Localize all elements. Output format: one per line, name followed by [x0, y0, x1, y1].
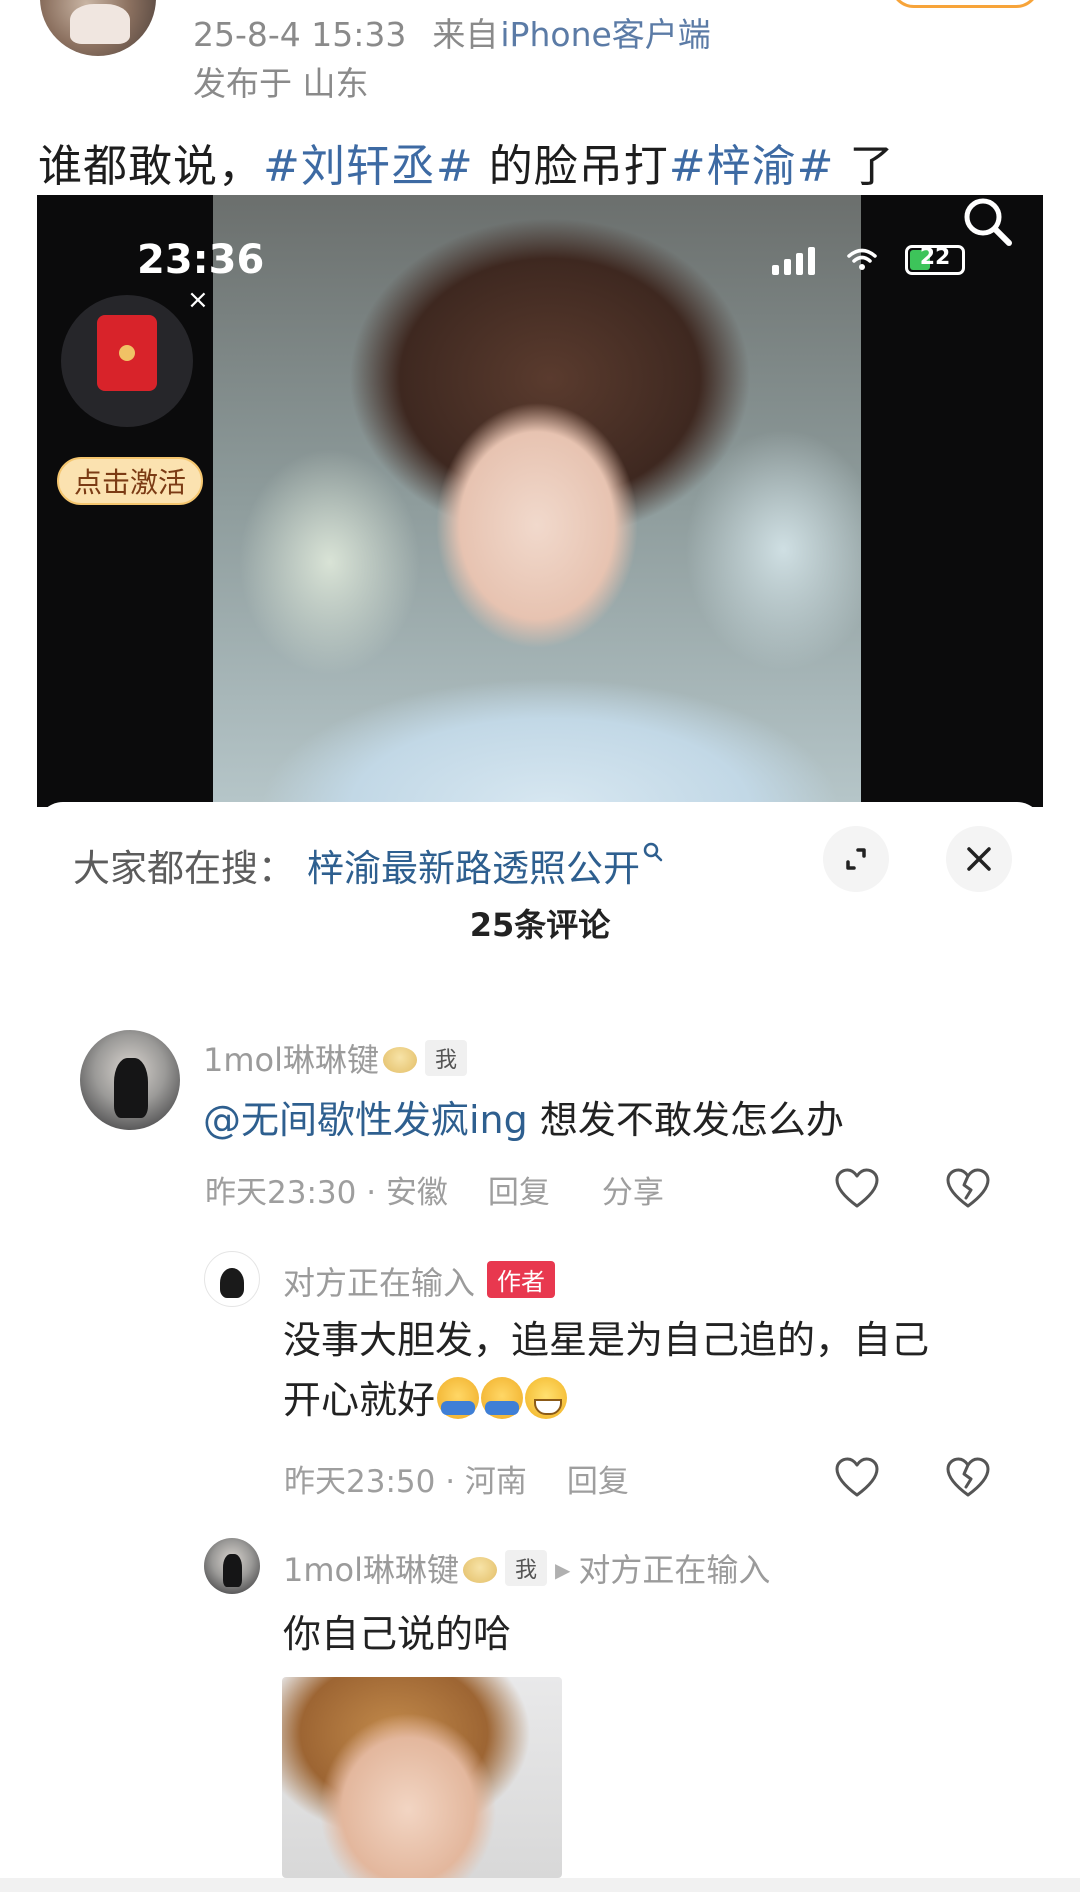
- reply-to-username[interactable]: 对方正在输入: [578, 1551, 770, 1589]
- red-envelope-icon: [97, 315, 157, 391]
- post-text-part: 谁都敢说，: [38, 141, 263, 192]
- comment-username-text: 1mol琳琳键: [203, 1041, 380, 1079]
- wifi-icon: [847, 248, 877, 270]
- activate-button[interactable]: 点击激活: [57, 457, 203, 505]
- red-packet-widget[interactable]: [61, 295, 193, 427]
- mention-link[interactable]: @无间歇性发疯ing: [203, 1098, 528, 1142]
- me-tag: 我: [505, 1550, 548, 1586]
- comment-text-line2: 开心就好: [283, 1370, 1023, 1430]
- video-area[interactable]: 23:36 22 × 点击激活: [37, 195, 1043, 807]
- battery-icon: 22: [905, 245, 965, 275]
- comment-username-text: 1mol琳琳键: [283, 1551, 460, 1589]
- poster-avatar[interactable]: [40, 0, 156, 56]
- grin-emoji-icon: [525, 1377, 568, 1419]
- post-text-part: 了: [834, 141, 895, 192]
- signal-icon: [772, 247, 815, 275]
- close-button[interactable]: [946, 826, 1012, 892]
- trending-search-query[interactable]: 梓渝最新路透照公开: [307, 847, 640, 890]
- comment-text: 你自己说的哈: [283, 1612, 512, 1656]
- follow-button[interactable]: [890, 0, 1040, 8]
- expand-button[interactable]: [823, 826, 889, 892]
- status-time: 23:36: [137, 237, 265, 283]
- trending-search[interactable]: 大家都在搜： 梓渝最新路透照公开: [73, 838, 664, 892]
- like-heart-icon[interactable]: [834, 1456, 880, 1498]
- comment-text-line: 没事大胆发，追星是为自己追的，自己: [283, 1318, 930, 1362]
- embedded-screenshot[interactable]: 23:36 22 × 点击激活 大家都在搜： 梓渝最新路透照公开 25条评论: [37, 195, 1043, 1892]
- comment-text: 没事大胆发，追星是为自己追的，自己 开心就好: [283, 1310, 1023, 1430]
- hashtag-link[interactable]: #梓渝#: [669, 141, 835, 192]
- comment-username[interactable]: 对方正在输入 作者: [283, 1258, 556, 1304]
- post-timestamp: 25-8-4 15:33: [193, 15, 407, 54]
- comment-text-body: 想发不敢发怎么办: [527, 1098, 844, 1142]
- post-text-part: 的脸吊打: [473, 141, 669, 192]
- pudding-badge-icon: [383, 1047, 418, 1073]
- comment-meta: 昨天23:50 · 河南 回复: [284, 1456, 629, 1501]
- video-photo: [213, 195, 861, 807]
- share-button[interactable]: 分享: [602, 1175, 664, 1211]
- comment-username-text: 对方正在输入: [283, 1264, 476, 1302]
- post-meta: 25-8-4 15:33 来自iPhone客户端: [193, 8, 711, 56]
- hashtag-link[interactable]: #刘轩丞#: [263, 141, 474, 192]
- search-icon: [643, 842, 663, 862]
- dislike-heart-icon[interactable]: [945, 1456, 991, 1498]
- post-source-prefix: 来自: [432, 15, 499, 54]
- comment-username[interactable]: 1mol琳琳键 我 ▶ 对方正在输入: [283, 1545, 770, 1591]
- search-icon[interactable]: [957, 195, 1021, 259]
- like-heart-icon[interactable]: [834, 1167, 880, 1209]
- post-source-client[interactable]: iPhone客户端: [500, 15, 710, 54]
- dislike-heart-icon[interactable]: [945, 1167, 991, 1209]
- comment-text: @无间歇性发疯ing 想发不敢发怎么办: [203, 1090, 844, 1150]
- comment-image[interactable]: [282, 1677, 562, 1878]
- comment-time-location: 昨天23:50 · 河南: [284, 1464, 527, 1500]
- comment-meta: 昨天23:30 · 安徽 回复 分享: [205, 1167, 664, 1212]
- pudding-badge-icon: [463, 1557, 498, 1583]
- close-icon[interactable]: ×: [187, 285, 209, 315]
- reply-button[interactable]: 回复: [567, 1464, 629, 1500]
- reply-arrow-icon: ▶: [555, 1558, 571, 1582]
- avatar[interactable]: [80, 1030, 180, 1130]
- avatar[interactable]: [204, 1251, 260, 1307]
- battery-level: 22: [919, 245, 951, 270]
- avatar[interactable]: [204, 1538, 260, 1594]
- bottom-strip: [0, 1878, 1080, 1892]
- comment-time-location: 昨天23:30 · 安徽: [205, 1175, 448, 1211]
- comment-text-line-text: 开心就好: [283, 1378, 436, 1422]
- author-tag: 作者: [487, 1261, 556, 1298]
- me-tag: 我: [425, 1040, 468, 1076]
- reply-button[interactable]: 回复: [488, 1175, 550, 1211]
- close-icon: [967, 847, 991, 871]
- hug-emoji-icon: [481, 1377, 524, 1419]
- comment-count: 25条评论: [469, 906, 611, 944]
- post-location: 发布于 山东: [193, 64, 369, 103]
- post-text: 谁都敢说，#刘轩丞# 的脸吊打#梓渝# 了: [38, 130, 894, 194]
- comment-username[interactable]: 1mol琳琳键 我: [203, 1035, 468, 1081]
- expand-icon: [846, 848, 866, 870]
- trending-search-label: 大家都在搜：: [73, 847, 295, 890]
- hug-emoji-icon: [437, 1377, 480, 1419]
